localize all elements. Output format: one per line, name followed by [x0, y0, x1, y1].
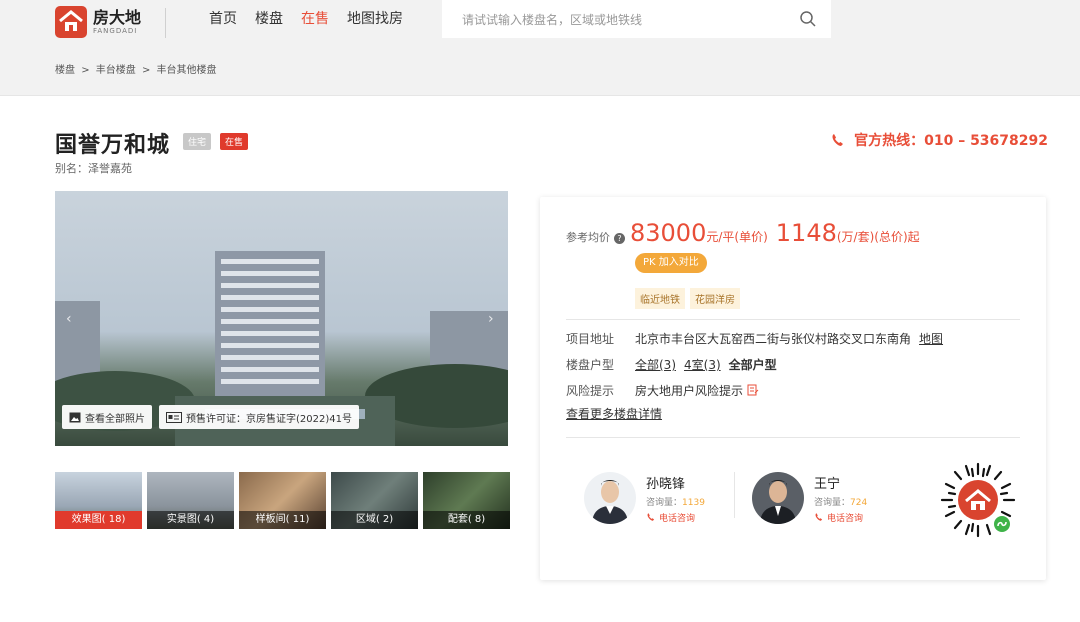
nav-on-sale[interactable]: 在售 — [301, 9, 329, 29]
address-row: 项目地址 北京市丰台区大瓦窑西二街与张仪村路交叉口东南角 地图 — [566, 330, 943, 347]
thumb-label: 实景图( 4) — [147, 511, 234, 529]
view-all-photos-label: 查看全部照片 — [85, 413, 145, 425]
phone-consult-link[interactable]: 电话咨询 — [814, 511, 867, 524]
thumb-area[interactable]: 区域( 2) — [331, 472, 418, 529]
logo-name: 房大地 — [93, 7, 142, 27]
breadcrumb-fengtai[interactable]: 丰台楼盘 — [96, 65, 136, 76]
layout-4room-link[interactable]: 4室(3) — [684, 356, 721, 373]
breadcrumb-fengtai-other[interactable]: 丰台其他楼盘 — [157, 65, 217, 76]
thumbnail-strip: 效果图( 18) 实景图( 4) 样板间( 11) 区域( 2) 配套( 8) — [55, 472, 515, 529]
address-text: 北京市丰台区大瓦窑西二街与张仪村路交叉口东南角 — [635, 332, 912, 346]
pk-compare-button[interactable]: PK 加入对比 — [635, 253, 707, 273]
unit-price-unit: 元/平(单价) — [706, 230, 768, 244]
agent-name: 王宁 — [814, 476, 841, 492]
more-details-link[interactable]: 查看更多楼盘详情 — [566, 405, 662, 422]
presale-permit-text: 预售许可证：京房售证字(2022)41号 — [186, 413, 352, 425]
id-card-icon — [166, 411, 182, 423]
thumb-showroom[interactable]: 样板间( 11) — [239, 472, 326, 529]
breadcrumb-separator: > — [81, 65, 90, 76]
project-alias: 别名：泽誉嘉苑 — [55, 162, 132, 175]
info-card: 参考均价 ? 83000 元/平(单价) 1148 (万/套)(总价)起 PK … — [540, 197, 1046, 580]
phone-icon — [647, 513, 655, 521]
total-price-unit: (万/套)(总价)起 — [836, 230, 920, 244]
logo-subtitle: FANGDADI — [93, 26, 138, 35]
layout-row: 楼盘户型 全部(3) 4室(3) 全部户型 — [566, 356, 777, 373]
total-price: 1148 — [775, 219, 837, 247]
risk-text[interactable]: 房大地用户风险提示 — [635, 382, 743, 399]
view-all-photos-button[interactable]: 查看全部照片 — [62, 405, 152, 429]
presale-permit: 预售许可证：京房售证字(2022)41号 — [159, 405, 359, 429]
header-divider — [165, 8, 166, 38]
breadcrumb-projects[interactable]: 楼盘 — [55, 65, 75, 76]
divider — [566, 319, 1020, 320]
breadcrumb: 楼盘 > 丰台楼盘 > 丰台其他楼盘 — [55, 61, 220, 76]
thumb-amenities[interactable]: 配套( 8) — [423, 472, 510, 529]
avatar — [584, 472, 636, 524]
divider — [566, 437, 1020, 438]
phone-consult-link[interactable]: 电话咨询 — [646, 511, 705, 524]
feature-tag: 临近地铁 — [635, 288, 685, 309]
agent-consult-count: 咨询量：724 — [814, 497, 868, 508]
thumb-rendering[interactable]: 效果图( 18) — [55, 472, 142, 529]
nav-home[interactable]: 首页 — [209, 9, 237, 29]
search-input[interactable] — [460, 0, 794, 40]
thumb-label: 效果图( 18) — [55, 511, 142, 529]
site-logo[interactable]: 房大地 FANGDADI — [55, 6, 141, 38]
all-layouts-link[interactable]: 全部户型 — [729, 356, 777, 373]
top-bar: 房大地 FANGDADI 首页 楼盘 在售 地图找房 楼盘 > 丰台楼盘 > 丰… — [0, 0, 1080, 96]
feature-tag: 花园洋房 — [690, 288, 740, 309]
price-row: 参考均价 ? 83000 元/平(单价) 1148 (万/套)(总价)起 — [566, 219, 928, 247]
phone-icon — [832, 134, 844, 146]
unit-price: 83000 — [630, 219, 707, 247]
help-icon[interactable]: ? — [614, 233, 625, 244]
map-link[interactable]: 地图 — [919, 330, 943, 347]
layout-label: 楼盘户型 — [566, 358, 615, 372]
mini-program-qr-code[interactable] — [938, 460, 1018, 540]
search-icon[interactable] — [799, 10, 817, 32]
agent-divider — [734, 472, 735, 518]
image-icon — [69, 412, 81, 422]
type-tag: 住宅 — [183, 133, 212, 150]
agent-card[interactable]: 孙晓锋 咨询量：1139 电话咨询 — [584, 472, 705, 524]
logo-house-icon — [55, 6, 87, 38]
agent-card[interactable]: 王宁 咨询量：724 电话咨询 — [752, 472, 867, 524]
address-label: 项目地址 — [566, 332, 615, 346]
agent-consult-count: 咨询量：1139 — [646, 497, 705, 508]
phone-icon — [815, 513, 823, 521]
search-box — [442, 0, 831, 40]
nav-map-search[interactable]: 地图找房 — [347, 9, 403, 29]
breadcrumb-separator: > — [141, 65, 151, 76]
main-nav: 首页 楼盘 在售 地图找房 — [209, 9, 421, 29]
layout-all-link[interactable]: 全部(3) — [635, 356, 676, 373]
risk-label: 风险提示 — [566, 384, 615, 398]
avatar — [752, 472, 804, 524]
project-title: 国誉万和城 — [55, 133, 171, 158]
thumb-real-photo[interactable]: 实景图( 4) — [147, 472, 234, 529]
thumb-label: 区域( 2) — [331, 511, 418, 529]
nav-projects[interactable]: 楼盘 — [255, 9, 283, 29]
photo-next-arrow[interactable]: › — [488, 311, 494, 327]
photo-prev-arrow[interactable]: ‹ — [66, 311, 72, 327]
agent-name: 孙晓锋 — [646, 476, 686, 492]
document-icon[interactable] — [747, 384, 759, 396]
hotline[interactable]: 官方热线：010 – 53678292 — [830, 130, 1048, 150]
thumb-label: 样板间( 11) — [239, 511, 326, 529]
status-tag: 在售 — [220, 133, 249, 150]
risk-row: 风险提示 房大地用户风险提示 — [566, 382, 759, 399]
price-label: 参考均价 — [566, 231, 610, 244]
thumb-label: 配套( 8) — [423, 511, 510, 529]
hotline-text: 官方热线：010 – 53678292 — [854, 133, 1048, 149]
